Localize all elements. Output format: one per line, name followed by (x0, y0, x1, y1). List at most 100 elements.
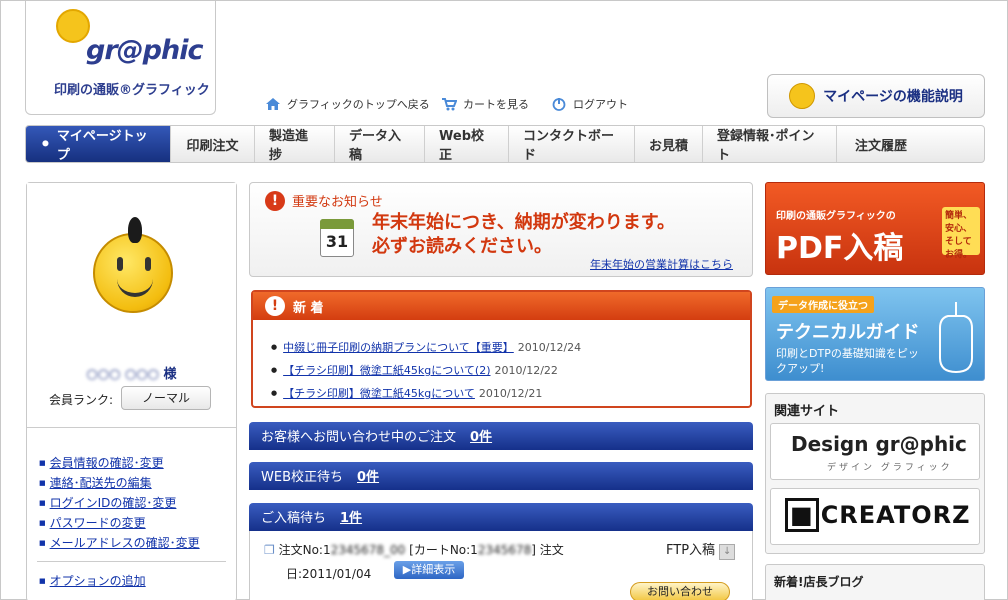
news-list: 中綴じ冊子印刷の納期プランについて【重要】2010/12/24 【チラシ印刷】微… (271, 336, 581, 405)
top-link-home[interactable]: グラフィックのトップへ戻る (265, 96, 430, 112)
status-count[interactable]: 1件 (340, 511, 362, 526)
user-profile: ○○○ ○○○ 様 会員ランク: ノーマル (27, 183, 236, 428)
status-web-proof[interactable]: WEB校正待ち 0件 (249, 462, 753, 490)
status-label: お客様へお問い合わせ中のご注文 (261, 430, 457, 445)
news-item: 【チラシ印刷】微塗工紙45kgについて2010/12/21 (271, 382, 581, 405)
nav-registration[interactable]: 登録情報･ポイント (703, 126, 837, 163)
inquiry-button[interactable]: お問い合わせ (630, 582, 730, 600)
news-link[interactable]: 【チラシ印刷】微塗工紙45kgについて(2) (283, 364, 490, 377)
pdf-banner-tag: 簡単、安心、そしてお得。 (942, 207, 980, 260)
calendar-icon: 31 (320, 219, 354, 257)
link-login-id[interactable]: ログインIDの確認･変更 (50, 496, 177, 510)
tech-banner-title: テクニカルガイド (776, 322, 920, 343)
notice-line1: 年末年始につき、納期が変わります。 (372, 212, 675, 233)
download-icon[interactable]: ↓ (719, 544, 736, 560)
home-icon (266, 98, 280, 110)
pdf-banner-small: 印刷の通販グラフィックの (776, 211, 896, 222)
important-notice: ! 重要なお知らせ 31 年末年始につき、納期が変わります。 必ずお読みください… (249, 182, 753, 277)
link-creatorz[interactable]: ■ CREATORZ (770, 488, 980, 545)
nav-mypage-top[interactable]: ⚫ マイページトップ (26, 126, 171, 163)
status-label: WEB校正待ち (261, 470, 343, 485)
site2-name: ■ CREATORZ (785, 498, 971, 532)
link-password[interactable]: パスワードの変更 (50, 516, 146, 530)
rank-label: 会員ランク: (49, 393, 114, 407)
blog-title: 新着!店長ブログ (774, 575, 864, 589)
related-sites: 関連サイト Design gr@phic デザイン グラフィック ■ CREATO… (765, 393, 985, 554)
top-link-cart[interactable]: カートを見る (441, 96, 529, 112)
link-shipping[interactable]: 連絡･配送先の編集 (50, 476, 152, 490)
pdf-upload-banner[interactable]: 印刷の通販グラフィックの PDF入稿 簡単、安心、そしてお得。 (765, 182, 985, 275)
news-link[interactable]: 中綴じ冊子印刷の納期プランについて【重要】 (283, 341, 514, 354)
status-inquiry[interactable]: お客様へお問い合わせ中のご注文 0件 (249, 422, 753, 450)
news-date: 2010/12/21 (478, 387, 543, 400)
pdf-banner-title: PDF入稿 (776, 231, 904, 266)
power-icon (552, 98, 566, 111)
user-panel: ○○○ ○○○ 様 会員ランク: ノーマル 会員情報の確認･変更 連絡･配送先の… (26, 182, 237, 600)
alert-icon: ! (265, 296, 285, 316)
nav-print-order[interactable]: 印刷注文 (171, 126, 255, 162)
notice-title: 重要なお知らせ (292, 195, 383, 210)
cart-icon (442, 98, 457, 111)
order-date: 日:2011/01/04 (286, 567, 372, 581)
ftp-upload[interactable]: FTP入稿 ↓ (666, 539, 736, 560)
news-item: 中綴じ冊子印刷の納期プランについて【重要】2010/12/24 (271, 336, 581, 359)
nav-web-proof[interactable]: Web校正 (425, 126, 509, 163)
rank-value[interactable]: ノーマル (121, 386, 211, 410)
nav-data-upload[interactable]: データ入稿 (335, 126, 425, 163)
mypage-help-button[interactable]: マイページの機能説明 (767, 74, 985, 118)
inquiry-label: お問い合わせ (647, 585, 713, 598)
status-upload-waiting[interactable]: ご入稿待ち 1件 (249, 503, 753, 531)
nav-label: マイページトップ (56, 129, 148, 163)
news-link[interactable]: 【チラシ印刷】微塗工紙45kgについて (283, 387, 475, 400)
site1-name: Design gr@phic (791, 432, 967, 456)
logo-subtitle: 印刷の通販®グラフィック (54, 83, 210, 98)
avatar (93, 233, 173, 313)
user-honorific: 様 (163, 367, 177, 382)
nav-contact-board[interactable]: コンタクトボード (509, 126, 635, 163)
technical-guide-banner[interactable]: データ作成に役立つ テクニカルガイド 印刷とDTPの基礎知識をピックアップ! (765, 287, 985, 381)
order-item: ❐ 注文No:12345678_00 [カートNo:12345678] 注文 日… (249, 531, 753, 600)
top-link-logout-label: ログアウト (573, 98, 628, 111)
status-count[interactable]: 0件 (470, 430, 492, 445)
site2-label: CREATORZ (820, 501, 971, 529)
status-count[interactable]: 0件 (357, 470, 379, 485)
nav-order-history[interactable]: 注文履歴 (837, 126, 925, 162)
document-icon: ❐ (264, 543, 275, 557)
link-email[interactable]: メールアドレスの確認･変更 (50, 536, 200, 550)
site-logo[interactable]: gr@phic 印刷の通販®グラフィック (25, 1, 216, 115)
top-link-home-label: グラフィックのトップへ戻る (287, 98, 430, 111)
mypage-help-label: マイページの機能説明 (823, 89, 963, 105)
tech-banner-small: データ作成に役立つ (772, 296, 874, 313)
account-links: 会員情報の確認･変更 連絡･配送先の編集 ログインIDの確認･変更 パスワードの… (39, 453, 200, 553)
avatar-mouth (117, 279, 153, 297)
shop-blog: 新着!店長ブログ (765, 564, 985, 600)
nav-estimate[interactable]: お見積 (635, 126, 703, 162)
nav-production[interactable]: 製造進捗 (255, 126, 335, 163)
link-design-graphic[interactable]: Design gr@phic デザイン グラフィック (770, 423, 980, 480)
news-date: 2010/12/24 (517, 341, 582, 354)
order-prefix: 注文No:1 (278, 543, 331, 557)
global-nav: ⚫ マイページトップ 印刷注文 製造進捗 データ入稿 Web校正 コンタクトボード… (25, 125, 985, 163)
hand-mouse-icon (939, 302, 973, 374)
news-item: 【チラシ印刷】微塗工紙45kgについて(2) 2010/12/22 (271, 359, 581, 382)
avatar-hair (128, 217, 142, 243)
option-link[interactable]: オプションの追加 (39, 572, 146, 589)
avatar-eye (117, 257, 123, 271)
alert-icon: ! (265, 191, 285, 211)
logo-text: gr@phic (86, 35, 203, 66)
status-label: ご入稿待ち (261, 511, 327, 526)
link-member-info[interactable]: 会員情報の確認･変更 (50, 456, 164, 470)
top-link-logout[interactable]: ログアウト (551, 96, 628, 112)
tech-banner-desc: 印刷とDTPの基礎知識をピックアップ! (776, 347, 919, 375)
user-name: ○○○ ○○○ 様 (86, 367, 177, 382)
avatar-eye (145, 257, 151, 271)
site1-sub: デザイン グラフィック (827, 463, 953, 473)
option-link-text[interactable]: オプションの追加 (50, 574, 146, 588)
notice-link[interactable]: 年末年始の営業計算はこちら (590, 256, 733, 272)
news-date: 2010/12/22 (494, 364, 558, 377)
news-title: 新 着 (293, 301, 324, 316)
news-header: ! 新 着 (253, 292, 750, 320)
calendar-day: 31 (325, 232, 349, 251)
related-title: 関連サイト (774, 404, 840, 419)
detail-button[interactable]: ▶詳細表示 (394, 561, 464, 579)
